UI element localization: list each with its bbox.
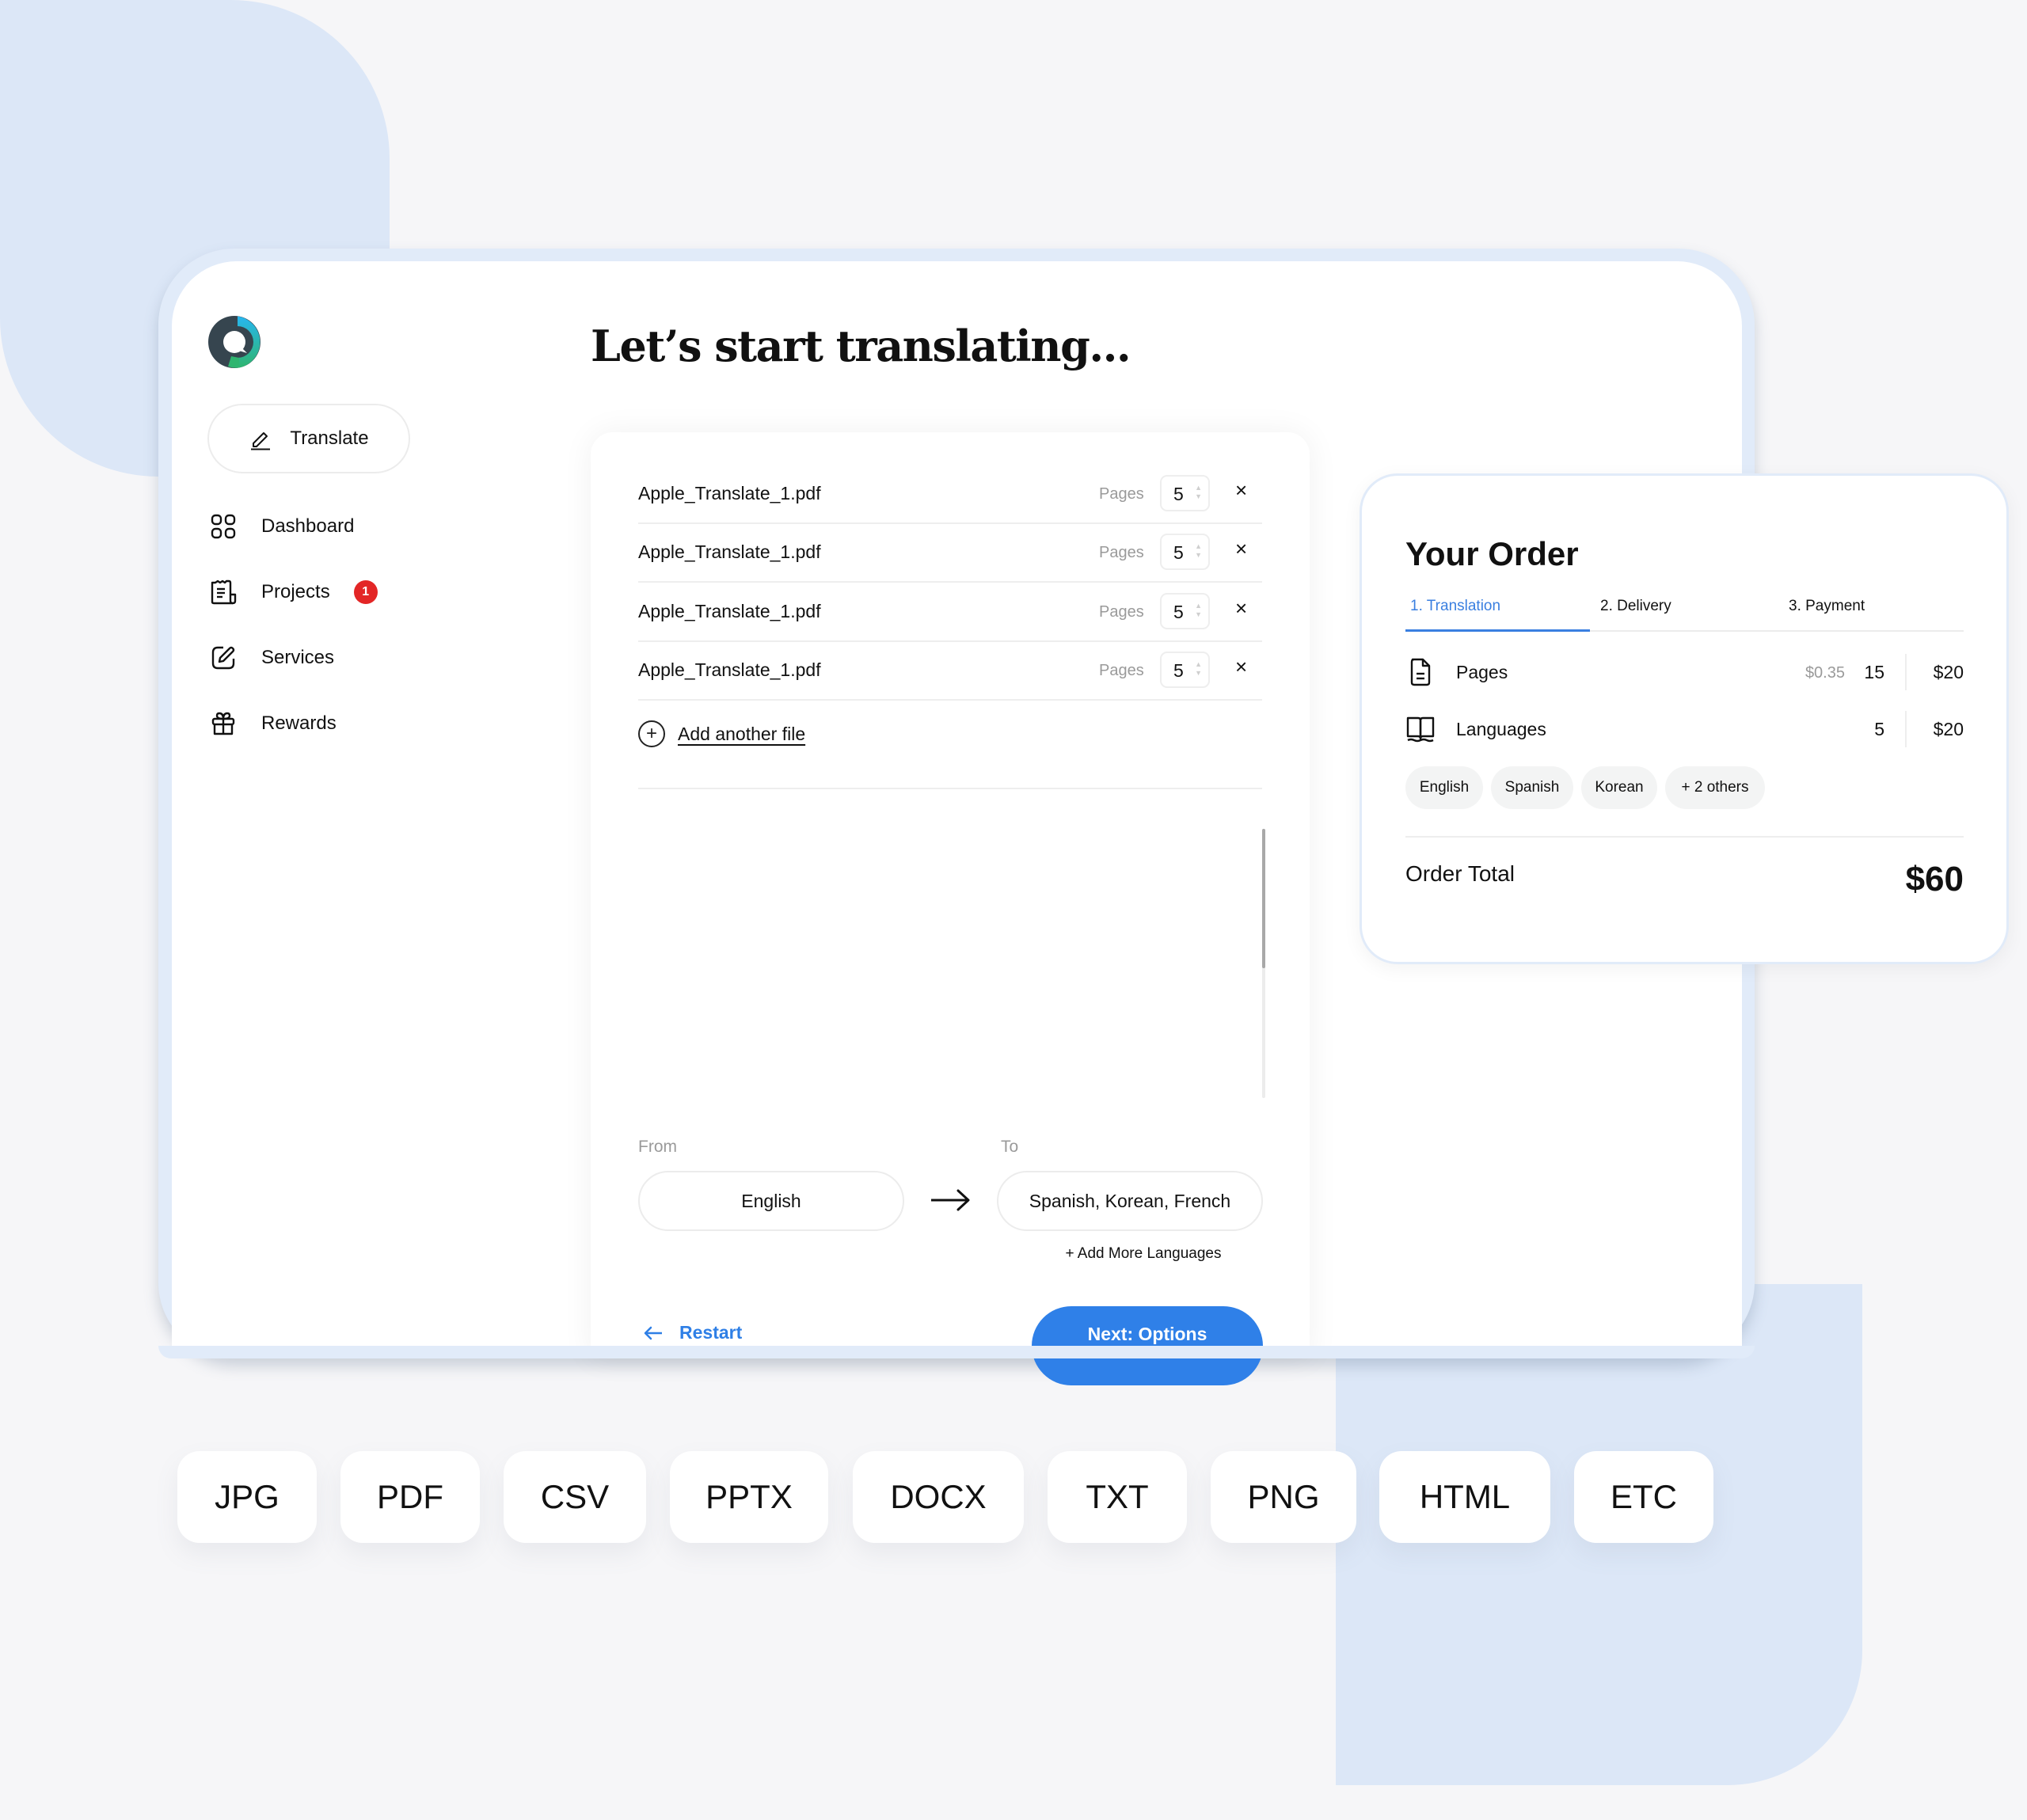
step-tab-translation[interactable]: 1. Translation	[1410, 598, 1500, 615]
arrow-right-icon	[931, 1189, 970, 1211]
order-line-name: Languages	[1456, 719, 1546, 739]
sidebar-item-dashboard[interactable]: Dashboard	[207, 507, 445, 546]
file-name: Apple_Translate_1.pdf	[638, 659, 821, 680]
order-total-value: $60	[1905, 860, 1964, 899]
line-amount: $20	[1933, 719, 1964, 739]
sidebar-item-label: Dashboard	[261, 515, 355, 537]
language-chip[interactable]: Spanish	[1491, 766, 1573, 809]
document-icon	[1410, 658, 1431, 686]
stepper-arrows-icon[interactable]: ▲ ▼	[1195, 542, 1202, 560]
sidebar-item-label: Projects	[261, 581, 330, 602]
pages-stepper[interactable]: 5 ▲ ▼	[1160, 534, 1210, 570]
order-line-name: Pages	[1456, 662, 1508, 682]
arrow-left-icon	[644, 1326, 662, 1339]
order-title: Your Order	[1405, 535, 1579, 572]
format-chip-txt: TXT	[1048, 1451, 1187, 1543]
stepper-arrows-icon[interactable]: ▲ ▼	[1195, 660, 1202, 678]
target-languages-value: Spanish, Korean, French	[1029, 1190, 1231, 1211]
file-row: Apple_Translate_1.pdf Pages 5 ▲ ▼ ×	[638, 583, 1262, 642]
source-language-select[interactable]: English	[638, 1171, 904, 1231]
from-label: From	[638, 1138, 677, 1156]
column-separator	[1905, 711, 1907, 747]
pages-label: Pages	[1099, 662, 1144, 679]
pages-label: Pages	[1099, 485, 1144, 503]
receipt-icon	[209, 578, 238, 606]
sidebar-item-projects[interactable]: Projects 1	[207, 572, 445, 612]
pages-value: 5	[1173, 660, 1184, 681]
order-line-languages: Languages 5 $20	[1405, 711, 1964, 747]
file-name: Apple_Translate_1.pdf	[638, 541, 821, 562]
pages-value: 5	[1173, 542, 1184, 563]
divider	[638, 788, 1262, 789]
file-name: Apple_Translate_1.pdf	[638, 483, 821, 503]
file-row: Apple_Translate_1.pdf Pages 5 ▲ ▼ ×	[638, 465, 1262, 524]
gift-icon	[209, 709, 238, 738]
divider	[1405, 836, 1964, 838]
file-row: Apple_Translate_1.pdf Pages 5 ▲ ▼ ×	[638, 642, 1262, 701]
book-icon	[1406, 716, 1435, 743]
pages-stepper[interactable]: 5 ▲ ▼	[1160, 593, 1210, 629]
scrollbar-thumb[interactable]	[1262, 829, 1265, 968]
source-language-value: English	[741, 1190, 801, 1211]
quantity: 15	[1864, 662, 1884, 682]
pencil-icon	[251, 432, 271, 450]
pages-value: 5	[1173, 484, 1184, 504]
more-languages-chip[interactable]: + 2 others	[1665, 766, 1765, 809]
add-file-button[interactable]: + Add another file	[638, 720, 805, 747]
notification-badge: 1	[353, 580, 378, 604]
format-chip-csv: CSV	[504, 1451, 646, 1543]
format-chip-png: PNG	[1211, 1451, 1356, 1543]
sidebar-item-label: Rewards	[261, 712, 337, 734]
plus-circle-icon: +	[638, 720, 665, 747]
active-step-indicator	[1405, 629, 1590, 632]
column-separator	[1905, 654, 1907, 690]
format-chip-html: HTML	[1379, 1451, 1550, 1543]
grid-icon	[209, 512, 238, 541]
format-chip-pdf: PDF	[340, 1451, 480, 1543]
page-title: Let’s start translating...	[591, 321, 1131, 371]
translate-button[interactable]: Translate	[207, 404, 410, 473]
pages-value: 5	[1173, 602, 1184, 622]
quantity: 5	[1874, 719, 1884, 739]
sidebar-item-label: Services	[261, 647, 335, 668]
file-row: Apple_Translate_1.pdf Pages 5 ▲ ▼ ×	[638, 524, 1262, 583]
app-window-bottom-edge	[158, 1346, 1755, 1358]
add-file-label: Add another file	[678, 723, 806, 744]
edit-square-icon	[209, 644, 238, 672]
unit-price: $0.35	[1805, 664, 1845, 682]
step-tab-payment[interactable]: 3. Payment	[1789, 598, 1865, 615]
format-chip-docx: DOCX	[853, 1451, 1024, 1543]
pages-stepper[interactable]: 5 ▲ ▼	[1160, 652, 1210, 688]
to-label: To	[1001, 1138, 1019, 1156]
format-chip-pptx: PPTX	[670, 1451, 828, 1543]
stepper-arrows-icon[interactable]: ▲ ▼	[1195, 602, 1202, 619]
restart-label: Restart	[679, 1322, 743, 1343]
remove-file-icon[interactable]: ×	[1235, 537, 1247, 561]
remove-file-icon[interactable]: ×	[1235, 655, 1247, 679]
pages-stepper[interactable]: 5 ▲ ▼	[1160, 475, 1210, 511]
file-name: Apple_Translate_1.pdf	[638, 601, 821, 621]
target-languages-select[interactable]: Spanish, Korean, French	[997, 1171, 1263, 1231]
language-chip[interactable]: English	[1405, 766, 1483, 809]
language-chip[interactable]: Korean	[1581, 766, 1657, 809]
app-logo-icon[interactable]	[207, 315, 261, 369]
format-chip-etc: ETC	[1574, 1451, 1713, 1543]
add-more-languages-link[interactable]: + Add More Languages	[997, 1245, 1290, 1263]
remove-file-icon[interactable]: ×	[1235, 596, 1247, 621]
translate-button-label: Translate	[290, 427, 369, 449]
sidebar-item-rewards[interactable]: Rewards	[207, 704, 445, 743]
line-amount: $20	[1933, 662, 1964, 682]
order-line-pages: Pages $0.35 15 $20	[1405, 654, 1964, 690]
order-total-label: Order Total	[1405, 861, 1515, 886]
remove-file-icon[interactable]: ×	[1235, 478, 1247, 503]
pages-label: Pages	[1099, 544, 1144, 561]
restart-button[interactable]: Restart	[643, 1322, 742, 1343]
step-tab-delivery[interactable]: 2. Delivery	[1600, 598, 1671, 615]
stepper-arrows-icon[interactable]: ▲ ▼	[1195, 484, 1202, 501]
sidebar-item-services[interactable]: Services	[207, 638, 445, 678]
pages-label: Pages	[1099, 603, 1144, 621]
format-chip-jpg: JPG	[177, 1451, 317, 1543]
